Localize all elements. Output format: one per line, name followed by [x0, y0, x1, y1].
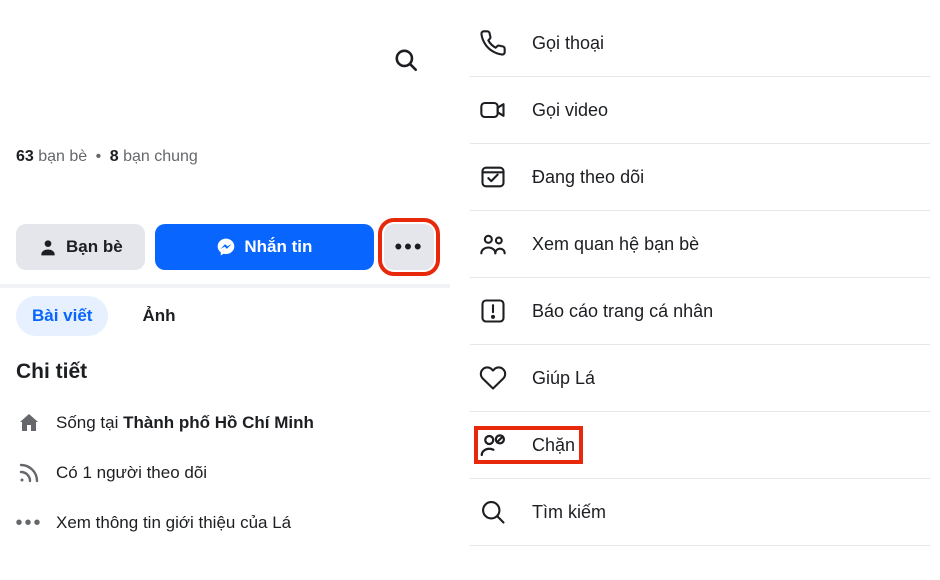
menu-voice-call[interactable]: Gọi thoại	[470, 10, 930, 77]
video-icon	[476, 93, 510, 127]
block-icon	[476, 428, 510, 462]
more-options-button[interactable]: •••	[384, 224, 434, 270]
menu-following[interactable]: Đang theo dõi	[470, 144, 930, 211]
menu-block[interactable]: Chặn	[470, 412, 930, 479]
menu-voice-call-label: Gọi thoại	[532, 33, 604, 54]
menu-block-label: Chặn	[532, 435, 575, 456]
menu-video-call-label: Gọi video	[532, 100, 608, 121]
stats-separator: •	[96, 148, 102, 165]
search-icon	[393, 47, 419, 73]
message-button-label: Nhắn tin	[244, 237, 312, 257]
friend-label: bạn bè	[38, 148, 87, 165]
profile-action-row: Bạn bè Nhắn tin •••	[16, 224, 434, 270]
detail-lives-in-text: Sống tại Thành phố Hồ Chí Minh	[56, 413, 314, 433]
message-button[interactable]: Nhắn tin	[155, 224, 374, 270]
details-section-title: Chi tiết	[16, 360, 87, 384]
detail-see-about-text: Xem thông tin giới thiệu của Lá	[56, 513, 291, 533]
friends-button-label: Bạn bè	[66, 237, 123, 257]
detail-lives-in[interactable]: Sống tại Thành phố Hồ Chí Minh	[16, 398, 434, 448]
header-search-button[interactable]	[388, 42, 424, 78]
mutual-label: bạn chung	[123, 148, 198, 165]
menu-help-label: Giúp Lá	[532, 368, 595, 389]
menu-search-label: Tìm kiếm	[532, 502, 606, 523]
ellipsis-icon: •••	[394, 234, 423, 260]
menu-see-friendship[interactable]: Xem quan hệ bạn bè	[470, 211, 930, 278]
friend-stats[interactable]: 63 bạn bè • 8 bạn chung	[16, 148, 198, 166]
profile-tabs: Bài viết Ảnh	[16, 296, 192, 336]
phone-icon	[476, 26, 510, 60]
detail-followers[interactable]: Có 1 người theo dõi	[16, 448, 434, 498]
menu-report-profile[interactable]: Báo cáo trang cá nhân	[470, 278, 930, 345]
detail-followers-text: Có 1 người theo dõi	[56, 463, 207, 483]
mutual-count: 8	[110, 148, 119, 165]
detail-list: Sống tại Thành phố Hồ Chí Minh Có 1 ngườ…	[16, 398, 434, 548]
friends-button[interactable]: Bạn bè	[16, 224, 145, 270]
menu-see-friendship-label: Xem quan hệ bạn bè	[532, 234, 699, 255]
rss-icon	[16, 460, 42, 486]
ellipsis-icon: •••	[16, 510, 42, 536]
section-divider	[0, 284, 450, 288]
profile-overflow-menu: Gọi thoại Gọi video Đang theo dõi Xem qu…	[470, 10, 930, 546]
menu-report-profile-label: Báo cáo trang cá nhân	[532, 301, 713, 322]
heart-icon	[476, 361, 510, 395]
menu-search[interactable]: Tìm kiếm	[470, 479, 930, 546]
menu-following-label: Đang theo dõi	[532, 167, 644, 188]
person-icon	[38, 237, 58, 257]
detail-see-about[interactable]: ••• Xem thông tin giới thiệu của Lá	[16, 498, 434, 548]
people-icon	[476, 227, 510, 261]
friend-count: 63	[16, 148, 34, 165]
tab-photos[interactable]: Ảnh	[126, 296, 191, 336]
report-icon	[476, 294, 510, 328]
menu-video-call[interactable]: Gọi video	[470, 77, 930, 144]
messenger-icon	[216, 237, 236, 257]
menu-help[interactable]: Giúp Lá	[470, 345, 930, 412]
search-icon	[476, 495, 510, 529]
following-icon	[476, 160, 510, 194]
home-icon	[16, 410, 42, 436]
tab-posts[interactable]: Bài viết	[16, 296, 108, 336]
